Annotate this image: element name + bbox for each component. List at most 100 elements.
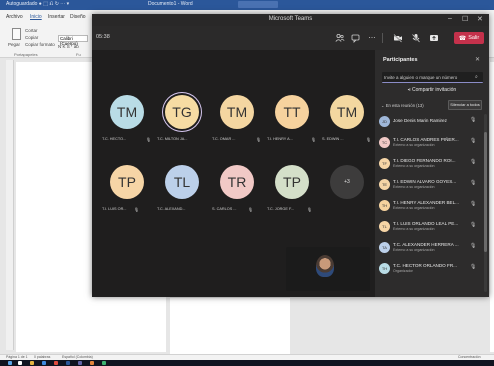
tab-diseno[interactable]: Diseño bbox=[70, 14, 86, 20]
status-page[interactable]: Página 1 de 1 bbox=[6, 355, 28, 359]
participant-tile[interactable]: TP T.C. JORGE F... 🎙 bbox=[267, 165, 319, 219]
mute-all-button[interactable]: Silenciar a todos bbox=[448, 100, 482, 110]
avatar: TT bbox=[275, 95, 309, 129]
participant-name: T.I. LUIS ORLANDO LEAL PE... bbox=[393, 221, 459, 226]
status-language[interactable]: Español (Colombia) bbox=[62, 355, 93, 359]
participant-name: T.I. LUIS OR... bbox=[102, 207, 127, 211]
mic-muted-icon: 🎙 bbox=[366, 137, 372, 142]
list-item[interactable]: TL T.I. LUIS ORLANDO LEAL PE... Externo … bbox=[375, 217, 481, 238]
more-participants-button[interactable]: +3 bbox=[330, 165, 364, 199]
meeting-timer: 05:38 bbox=[96, 34, 110, 40]
word-taskbar-icon[interactable] bbox=[66, 361, 70, 365]
edge-icon[interactable] bbox=[42, 361, 46, 365]
avatar: TH bbox=[379, 200, 390, 211]
paste-icon[interactable] bbox=[12, 28, 21, 40]
participant-tile[interactable]: TL T.C. ALEXAND... bbox=[157, 165, 209, 219]
mic-muted-icon: 🎙 bbox=[470, 138, 477, 144]
file-explorer-icon[interactable] bbox=[30, 361, 34, 365]
share-invite-button[interactable]: ⪪ Compartir invitación bbox=[375, 87, 489, 93]
participant-tile[interactable]: TM T.C. HECTO... 🎙 bbox=[102, 95, 154, 149]
clipboard-group-label: Portapapeles bbox=[14, 52, 38, 57]
chat-icon[interactable] bbox=[350, 32, 362, 44]
mic-muted-icon: 🎙 bbox=[470, 159, 477, 165]
paste-button[interactable]: Pegar bbox=[8, 42, 20, 47]
camera-off-icon[interactable] bbox=[392, 32, 404, 44]
format-painter-button[interactable]: Copiar formato bbox=[25, 42, 55, 47]
mic-muted-icon: 🎙 bbox=[311, 137, 317, 142]
participant-tile[interactable]: TM S. EDWIN ... 🎙 bbox=[322, 95, 374, 149]
avatar: TG bbox=[165, 95, 199, 129]
mic-on-icon: 🎙 bbox=[470, 243, 477, 249]
phone-hangup-icon: ☎ bbox=[458, 35, 467, 42]
word-titlebar: Autoguardado ● ⬚ ⎌ ↻ ⋯ ▾ Documento1 - Wo… bbox=[0, 0, 494, 10]
status-words[interactable]: 0 palabras bbox=[34, 355, 50, 359]
participants-scrollbar[interactable] bbox=[484, 114, 487, 292]
mic-muted-icon: 🎙 bbox=[146, 137, 152, 142]
avatar: TA bbox=[379, 242, 390, 253]
participant-name: T.I. HENRY ALEXANDER BEL... bbox=[393, 200, 459, 205]
word-page-visible-area[interactable] bbox=[170, 298, 290, 354]
mic-muted-icon: 🎙 bbox=[470, 222, 477, 228]
desktop: Autoguardado ● ⬚ ⎌ ↻ ⋯ ▾ Documento1 - Wo… bbox=[0, 0, 494, 366]
leave-button[interactable]: ☎ Salir bbox=[454, 32, 484, 44]
participant-tile[interactable]: TT T.I. HENRY A... 🎙 bbox=[267, 95, 319, 149]
scroll-thumb[interactable] bbox=[484, 132, 487, 252]
list-item[interactable]: TF T.I. DIEGO FERNANDO ROI... Externo a … bbox=[375, 154, 481, 175]
participant-tile[interactable]: TM T.C. OMAR ... 🎙 bbox=[212, 95, 264, 149]
tab-archivo[interactable]: Archivo bbox=[6, 14, 23, 20]
font-name-select[interactable]: Calibri (Cuerpo) bbox=[58, 35, 88, 46]
participant-role: Externo a su organización bbox=[393, 206, 435, 210]
office-icon[interactable] bbox=[54, 361, 58, 365]
participant-tile[interactable]: TP T.I. LUIS OR... 🎙 bbox=[102, 165, 154, 219]
in-meeting-label: En esta reunión (13) bbox=[385, 103, 424, 108]
participant-name: T.C. ALEXAND... bbox=[157, 207, 186, 211]
list-item[interactable]: JD Jose Denis Marin Ramirez 🎙 bbox=[375, 112, 481, 133]
status-focus[interactable]: Concentración bbox=[458, 355, 481, 359]
app-taskbar-icon[interactable] bbox=[90, 361, 94, 365]
vertical-ruler bbox=[6, 60, 14, 350]
minimize-button[interactable]: – bbox=[448, 15, 452, 22]
share-screen-icon[interactable] bbox=[428, 32, 440, 44]
mic-muted-icon: 🎙 bbox=[470, 264, 477, 270]
avatar: TM bbox=[330, 95, 364, 129]
windows-start-icon[interactable] bbox=[8, 361, 12, 365]
mic-off-icon[interactable] bbox=[410, 32, 422, 44]
list-item[interactable]: TC T.I. CARLOS ANDRES PIÑER... Externo a… bbox=[375, 133, 481, 154]
search-icon[interactable]: ⌕ bbox=[475, 74, 478, 80]
word-search-box[interactable] bbox=[238, 1, 278, 8]
participant-role: Externo a su organización bbox=[393, 185, 435, 189]
more-options-icon[interactable]: ⋯ bbox=[366, 32, 378, 44]
participant-role: Externo a su organización bbox=[393, 248, 435, 252]
teams-taskbar-icon[interactable] bbox=[78, 361, 82, 365]
mic-muted-icon: 🎙 bbox=[307, 207, 313, 212]
avatar: TC bbox=[379, 137, 390, 148]
list-item[interactable]: TH T.C. HECTOR ORLANDO FR... Organizador… bbox=[375, 259, 481, 280]
list-item[interactable]: TH T.I. HENRY ALEXANDER BEL... Externo a… bbox=[375, 196, 481, 217]
participant-name: S. CARLOS ... bbox=[212, 207, 237, 211]
participant-tile[interactable]: TG T.C. MILTON JA... bbox=[157, 95, 209, 149]
participant-tile[interactable]: TR S. CARLOS ... 🎙 bbox=[212, 165, 264, 219]
word-quick-access[interactable]: Autoguardado ● ⬚ ⎌ ↻ ⋯ ▾ bbox=[6, 1, 69, 7]
tab-insertar[interactable]: Insertar bbox=[48, 14, 65, 20]
cut-button[interactable]: Cortar bbox=[25, 28, 38, 33]
tab-inicio[interactable]: Inicio bbox=[30, 14, 42, 20]
list-item[interactable]: TA T.C. ALEXANDER HERRERA ... Externo a … bbox=[375, 238, 481, 259]
word-document-title: Documento1 - Word bbox=[148, 1, 193, 7]
avatar: TE bbox=[379, 179, 390, 190]
list-item[interactable]: TE T.I. EDWIN ALVARO GOYES... Externo a … bbox=[375, 175, 481, 196]
mic-muted-icon: 🎙 bbox=[134, 207, 140, 212]
close-panel-icon[interactable]: ✕ bbox=[475, 56, 480, 63]
invite-input[interactable]: Invite a alguien o marque un número bbox=[382, 72, 483, 83]
close-button[interactable]: ✕ bbox=[477, 15, 483, 23]
copy-button[interactable]: Copiar bbox=[25, 35, 38, 40]
participant-name: Jose Denis Marin Ramirez bbox=[393, 118, 447, 123]
search-icon[interactable] bbox=[18, 361, 22, 365]
font-format-buttons[interactable]: N K S · ab bbox=[58, 44, 79, 49]
self-video-preview[interactable] bbox=[286, 247, 370, 291]
in-meeting-header[interactable]: ⌄ En esta reunión (13) bbox=[381, 103, 424, 108]
participant-role: Externo a su organización bbox=[393, 143, 435, 147]
app-taskbar-icon-2[interactable] bbox=[102, 361, 106, 365]
maximize-button[interactable]: ☐ bbox=[462, 15, 468, 23]
teams-window-title: Microsoft Teams bbox=[268, 16, 313, 22]
participants-icon[interactable] bbox=[334, 32, 346, 44]
